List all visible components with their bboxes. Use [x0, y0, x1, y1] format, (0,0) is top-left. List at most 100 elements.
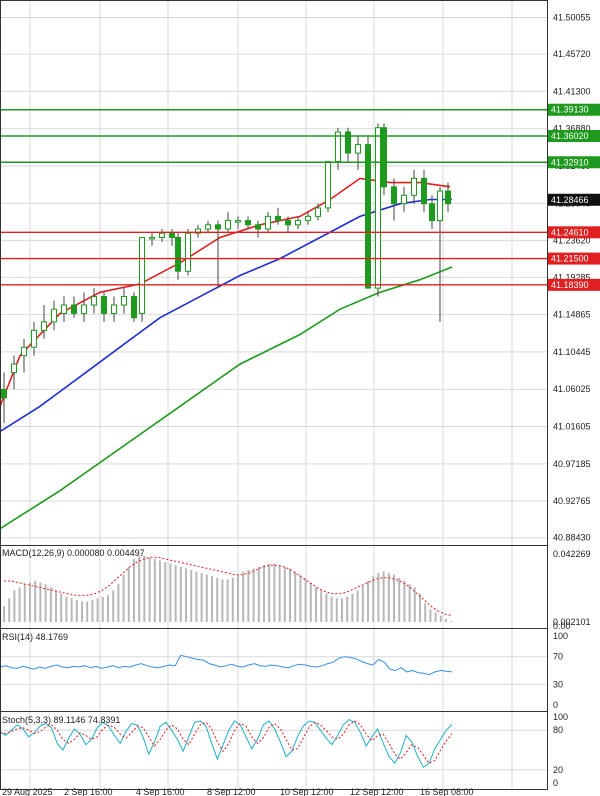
- stoch-panel[interactable]: Stoch(5,3,3) 89.1146 74.8391: [0, 715, 453, 768]
- candle: [421, 169, 427, 213]
- rsi-tick-label: 0: [553, 700, 558, 710]
- candle-body: [175, 236, 181, 272]
- macd-panel[interactable]: MACD(12,26,9) 0.000080 0.004497: [2, 548, 453, 622]
- candle: [21, 338, 27, 373]
- candle: [235, 216, 241, 230]
- rsi-label: RSI(14) 48.1769: [2, 632, 68, 642]
- ma-line: [0, 198, 452, 433]
- panel-border: [0, 628, 548, 712]
- macd-zero-label: 0.00: [553, 621, 571, 631]
- candle: [101, 292, 107, 322]
- candle-body: [91, 296, 97, 306]
- candle: [295, 216, 301, 230]
- level-label: 41.32910: [551, 157, 589, 167]
- stoch-label: Stoch(5,3,3) 89.1146 74.8391: [2, 715, 120, 725]
- candle-body: [375, 127, 381, 289]
- candle: [365, 136, 371, 289]
- candle: [437, 186, 443, 322]
- rsi-line: [0, 654, 453, 676]
- candle: [355, 136, 361, 170]
- candle-body: [391, 186, 397, 205]
- candle: [111, 296, 117, 322]
- main-price-panel[interactable]: [0, 109, 547, 530]
- stoch-tick-label: 80: [553, 725, 563, 735]
- candle-body: [1, 388, 7, 399]
- candle-body: [345, 131, 351, 154]
- candle: [225, 212, 231, 234]
- price-tick-label: 41.01605: [553, 422, 591, 432]
- level-label: 41.24610: [551, 227, 589, 237]
- candle-body: [169, 232, 175, 238]
- candle-body: [51, 308, 57, 323]
- candle-body: [235, 220, 241, 223]
- candle: [375, 123, 381, 297]
- candle: [195, 224, 201, 238]
- time-tick-label: 4 Sep 16:00: [136, 787, 185, 796]
- candle: [275, 207, 281, 225]
- candle: [381, 123, 387, 196]
- candle-body: [21, 346, 27, 357]
- time-tick-label: 29 Aug 2025: [2, 787, 53, 796]
- candle-body: [41, 321, 47, 331]
- price-tick-label: 41.50055: [553, 13, 591, 23]
- candle-body: [205, 224, 211, 230]
- candle: [245, 216, 251, 230]
- candle-body: [131, 296, 137, 319]
- time-tick-label: 10 Sep 12:00: [280, 787, 334, 796]
- candle-body: [225, 220, 231, 230]
- candle: [205, 220, 211, 234]
- candle-body: [295, 220, 301, 226]
- candle: [175, 233, 181, 280]
- price-tick-label: 41.06025: [553, 384, 591, 394]
- candle: [345, 127, 351, 162]
- candle: [265, 212, 271, 234]
- time-tick-label: 2 Sep 16:00: [64, 787, 113, 796]
- stoch-tick-label: 100: [553, 712, 568, 722]
- candle-body: [101, 296, 107, 314]
- candle-body: [355, 144, 361, 154]
- candle: [149, 233, 155, 246]
- price-tick-label: 41.14865: [553, 310, 591, 320]
- candle-body: [429, 203, 435, 222]
- candle: [159, 229, 165, 242]
- stoch-d-line: [0, 720, 453, 764]
- candle: [91, 288, 97, 314]
- candle-body: [265, 215, 271, 230]
- candle-body: [325, 160, 331, 209]
- time-tick-label: 8 Sep 12:00: [207, 787, 256, 796]
- price-tick-label: 40.88430: [553, 533, 591, 543]
- candle: [61, 296, 67, 322]
- rsi-panel[interactable]: RSI(14) 48.1769: [0, 632, 453, 676]
- candle: [215, 220, 221, 289]
- macd-top-label: 0.042269: [553, 549, 591, 559]
- candle-body: [411, 177, 417, 196]
- candle: [81, 292, 87, 322]
- candle-body: [185, 232, 191, 272]
- panel-frames: [0, 0, 548, 790]
- candle-body: [111, 304, 117, 314]
- candle: [131, 292, 137, 322]
- candle: [169, 229, 175, 246]
- level-label: 41.18390: [551, 280, 589, 290]
- candle-body: [159, 232, 165, 238]
- macd-label: MACD(12,26,9) 0.000080 0.004497: [2, 548, 145, 558]
- candle: [411, 169, 417, 204]
- candle: [11, 355, 17, 390]
- candle-body: [121, 296, 127, 306]
- candle-body: [139, 236, 145, 314]
- candle: [391, 178, 397, 221]
- stoch-tick-label: 20: [553, 765, 563, 775]
- candle-body: [149, 236, 155, 240]
- candle: [41, 305, 47, 339]
- candle: [255, 220, 261, 238]
- candle-body: [71, 304, 77, 314]
- candle-body: [305, 215, 311, 222]
- time-axis: 29 Aug 2025 2 Sep 16:00 4 Sep 16:00 8 Sep 1…: [2, 787, 474, 796]
- level-label: 41.39130: [551, 105, 589, 115]
- candle: [121, 288, 127, 314]
- rsi-tick-label: 100: [553, 631, 568, 641]
- candle-body: [285, 220, 291, 226]
- candle: [51, 300, 57, 331]
- candle-body: [365, 144, 371, 289]
- price-tick-label: 40.92765: [553, 496, 591, 506]
